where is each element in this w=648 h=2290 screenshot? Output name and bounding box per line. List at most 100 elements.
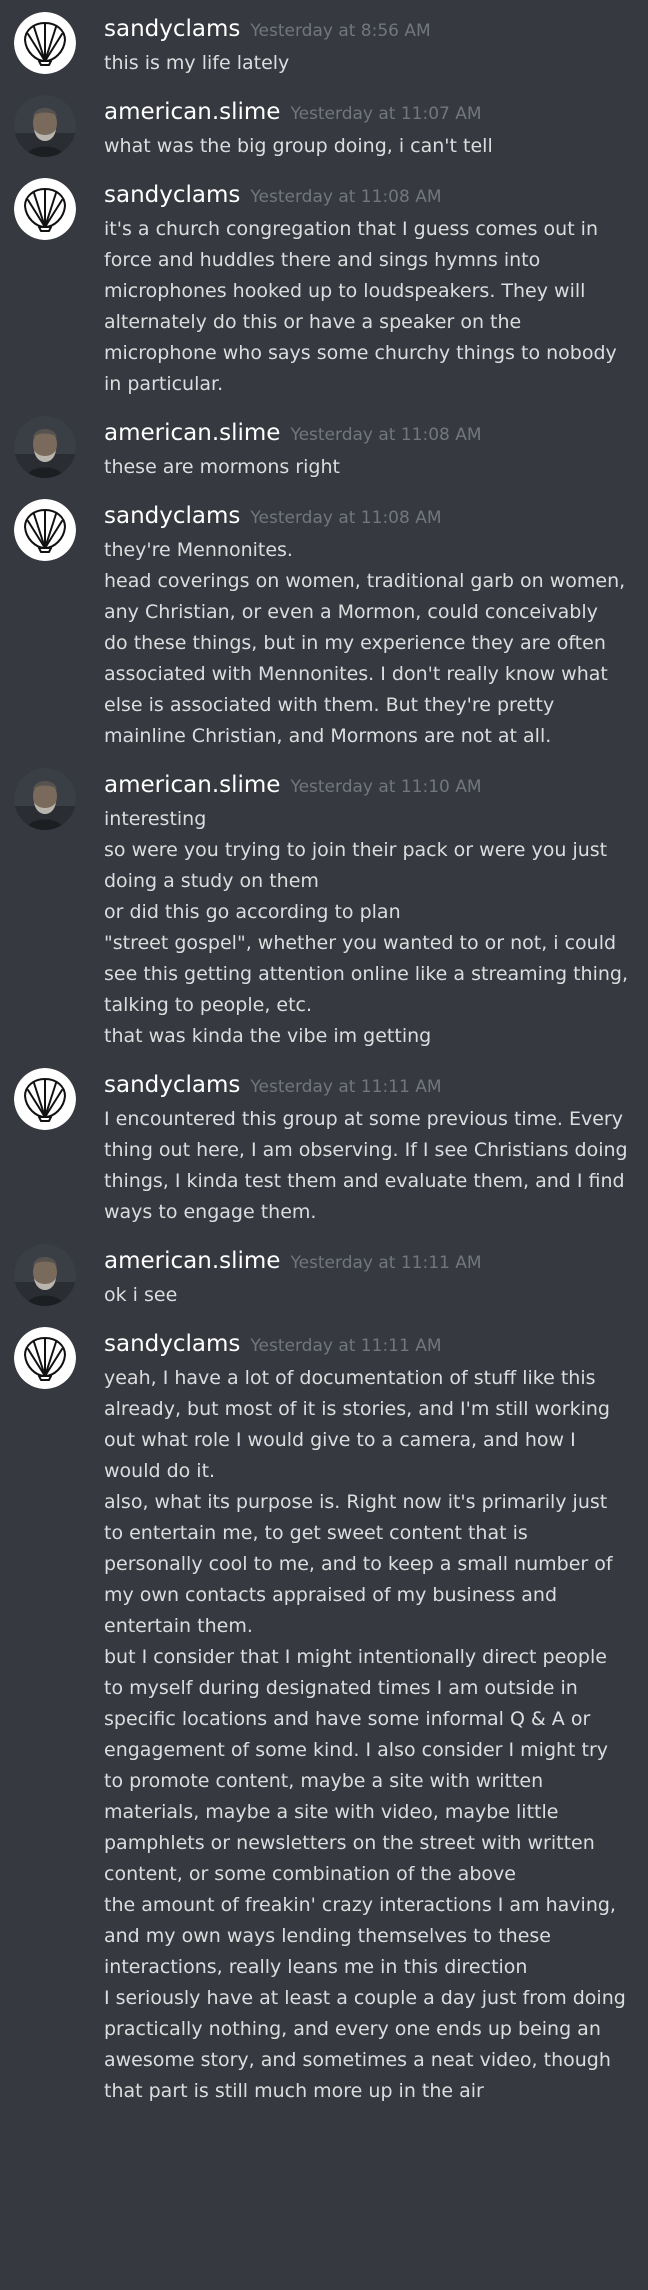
username[interactable]: american.slime	[104, 99, 280, 125]
message-text: this is my life lately	[104, 52, 290, 74]
message-text: pamphlets or newsletters on the street w…	[104, 1832, 595, 1854]
message-content: american.slime Yesterday at 11:11 AM ok i …	[104, 1244, 634, 1311]
message-text: practically nothing, and every one ends …	[104, 2018, 601, 2040]
message-text: talking to people, etc.	[104, 994, 313, 1016]
username[interactable]: american.slime	[104, 772, 280, 798]
message-text: things, I kinda test them and evaluate t…	[104, 1170, 625, 1192]
timestamp: Yesterday at 11:08 AM	[250, 187, 442, 207]
message-header: sandyclams Yesterday at 11:08 AM	[104, 501, 634, 531]
timestamp: Yesterday at 11:08 AM	[290, 425, 482, 445]
message-text: that part is still much more up in the a…	[104, 2080, 484, 2102]
message-header: sandyclams Yesterday at 8:56 AM	[104, 14, 634, 44]
avatar-shell-icon[interactable]	[14, 12, 76, 74]
message-text: any Christian, or even a Mormon, could c…	[104, 601, 598, 623]
username[interactable]: sandyclams	[104, 16, 240, 42]
message-text: in particular.	[104, 373, 224, 395]
message-header: sandyclams Yesterday at 11:11 AM	[104, 1329, 634, 1359]
message-text: engagement of some kind. I also consider…	[104, 1739, 609, 1761]
message-content: sandyclams Yesterday at 11:11 AM I encount…	[104, 1068, 634, 1228]
message-header: american.slime Yesterday at 11:11 AM	[104, 1246, 634, 1276]
timestamp: Yesterday at 11:10 AM	[290, 777, 482, 797]
avatar-shell-icon[interactable]	[14, 1068, 76, 1130]
chat-message: american.slime Yesterday at 11:08 AM these…	[0, 408, 648, 491]
message-text: but I consider that I might intentionall…	[104, 1646, 607, 1668]
message-text: or did this go according to plan	[104, 901, 401, 923]
timestamp: Yesterday at 11:07 AM	[290, 104, 482, 124]
message-text: "street gospel", whether you wanted to o…	[104, 932, 617, 954]
message-text: ok i see	[104, 1284, 178, 1306]
message-text: microphones hooked up to loudspeakers. T…	[104, 280, 586, 302]
message-text: head coverings on women, traditional gar…	[104, 570, 626, 592]
chat-message: sandyclams Yesterday at 11:08 AM it's a ch…	[0, 170, 648, 408]
avatar-shell-icon[interactable]	[14, 499, 76, 561]
username[interactable]: sandyclams	[104, 182, 240, 208]
message-text: force and huddles there and sings hymns …	[104, 249, 541, 271]
message-text: ways to engage them.	[104, 1201, 317, 1223]
message-text: yeah, I have a lot of documentation of s…	[104, 1367, 596, 1389]
message-content: american.slime Yesterday at 11:07 AM what …	[104, 95, 634, 162]
message-text: specific locations and have some informa…	[104, 1708, 591, 1730]
message-text: would do it.	[104, 1460, 216, 1482]
avatar-shell-icon[interactable]	[14, 178, 76, 240]
message-header: american.slime Yesterday at 11:08 AM	[104, 418, 634, 448]
message-text: interesting	[104, 808, 207, 830]
message-text: also, what its purpose is. Right now it'…	[104, 1491, 608, 1513]
timestamp: Yesterday at 11:11 AM	[250, 1077, 442, 1097]
message-text: alternately do this or have a speaker on…	[104, 311, 522, 333]
message-text: these are mormons right	[104, 456, 340, 478]
message-content: sandyclams Yesterday at 11:08 AM it's a ch…	[104, 178, 634, 400]
message-text: it's a church congregation that I guess …	[104, 218, 598, 240]
message-header: american.slime Yesterday at 11:07 AM	[104, 97, 634, 127]
chat-message: sandyclams Yesterday at 11:08 AM they're M…	[0, 491, 648, 760]
message-text: else is associated with them. But they'r…	[104, 694, 555, 716]
message-text: awesome story, and sometimes a neat vide…	[104, 2049, 611, 2071]
message-header: american.slime Yesterday at 11:10 AM	[104, 770, 634, 800]
message-text: to promote content, maybe a site with wr…	[104, 1770, 544, 1792]
chat-message: sandyclams Yesterday at 11:11 AM yeah, I h…	[0, 1319, 648, 2115]
message-list: sandyclams Yesterday at 8:56 AM this is my…	[0, 0, 648, 2115]
message-text: and my own ways lending themselves to th…	[104, 1925, 551, 1947]
username[interactable]: sandyclams	[104, 503, 240, 529]
chat-message: sandyclams Yesterday at 11:11 AM I encount…	[0, 1060, 648, 1236]
message-text: to myself during designated times I am o…	[104, 1677, 578, 1699]
message-text: that was kinda the vibe im getting	[104, 1025, 432, 1047]
chat-message: sandyclams Yesterday at 8:56 AM this is my…	[0, 4, 648, 87]
message-text: already, but most of it is stories, and …	[104, 1398, 610, 1420]
message-text: I encountered this group at some previou…	[104, 1108, 623, 1130]
message-header: sandyclams Yesterday at 11:11 AM	[104, 1070, 634, 1100]
username[interactable]: american.slime	[104, 420, 280, 446]
message-text: out what role I would give to a camera, …	[104, 1429, 576, 1451]
avatar-photo[interactable]	[14, 1244, 76, 1306]
username[interactable]: sandyclams	[104, 1331, 240, 1357]
message-text: microphone who says some churchy things …	[104, 342, 617, 364]
timestamp: Yesterday at 8:56 AM	[250, 21, 431, 41]
message-content: sandyclams Yesterday at 11:11 AM yeah, I h…	[104, 1327, 634, 2107]
message-text: they're Mennonites.	[104, 539, 293, 561]
chat-message: american.slime Yesterday at 11:11 AM ok i …	[0, 1236, 648, 1319]
message-text: personally cool to me, and to keep a sma…	[104, 1553, 613, 1575]
avatar-photo[interactable]	[14, 95, 76, 157]
message-header: sandyclams Yesterday at 11:08 AM	[104, 180, 634, 210]
message-text: what was the big group doing, i can't te…	[104, 135, 493, 157]
avatar-shell-icon[interactable]	[14, 1327, 76, 1389]
message-text: see this getting attention online like a…	[104, 963, 629, 985]
message-content: american.slime Yesterday at 11:08 AM these…	[104, 416, 634, 483]
timestamp: Yesterday at 11:08 AM	[250, 508, 442, 528]
avatar-photo[interactable]	[14, 768, 76, 830]
username[interactable]: american.slime	[104, 1248, 280, 1274]
message-content: sandyclams Yesterday at 11:08 AM they're M…	[104, 499, 634, 752]
message-text: the amount of freakin' crazy interaction…	[104, 1894, 616, 1916]
chat-message: american.slime Yesterday at 11:10 AM inter…	[0, 760, 648, 1060]
message-content: sandyclams Yesterday at 8:56 AM this is my…	[104, 12, 634, 79]
message-text: my own contacts appraised of my business…	[104, 1584, 558, 1606]
message-text: interactions, really leans me in this di…	[104, 1956, 528, 1978]
message-text: so were you trying to join their pack or…	[104, 839, 608, 861]
message-text: do these things, but in my experience th…	[104, 632, 606, 654]
timestamp: Yesterday at 11:11 AM	[290, 1253, 482, 1273]
avatar-photo[interactable]	[14, 416, 76, 478]
message-text: associated with Mennonites. I don't real…	[104, 663, 608, 685]
message-text: entertain them.	[104, 1615, 253, 1637]
username[interactable]: sandyclams	[104, 1072, 240, 1098]
chat-message: american.slime Yesterday at 11:07 AM what …	[0, 87, 648, 170]
message-text: mainline Christian, and Mormons are not …	[104, 725, 552, 747]
